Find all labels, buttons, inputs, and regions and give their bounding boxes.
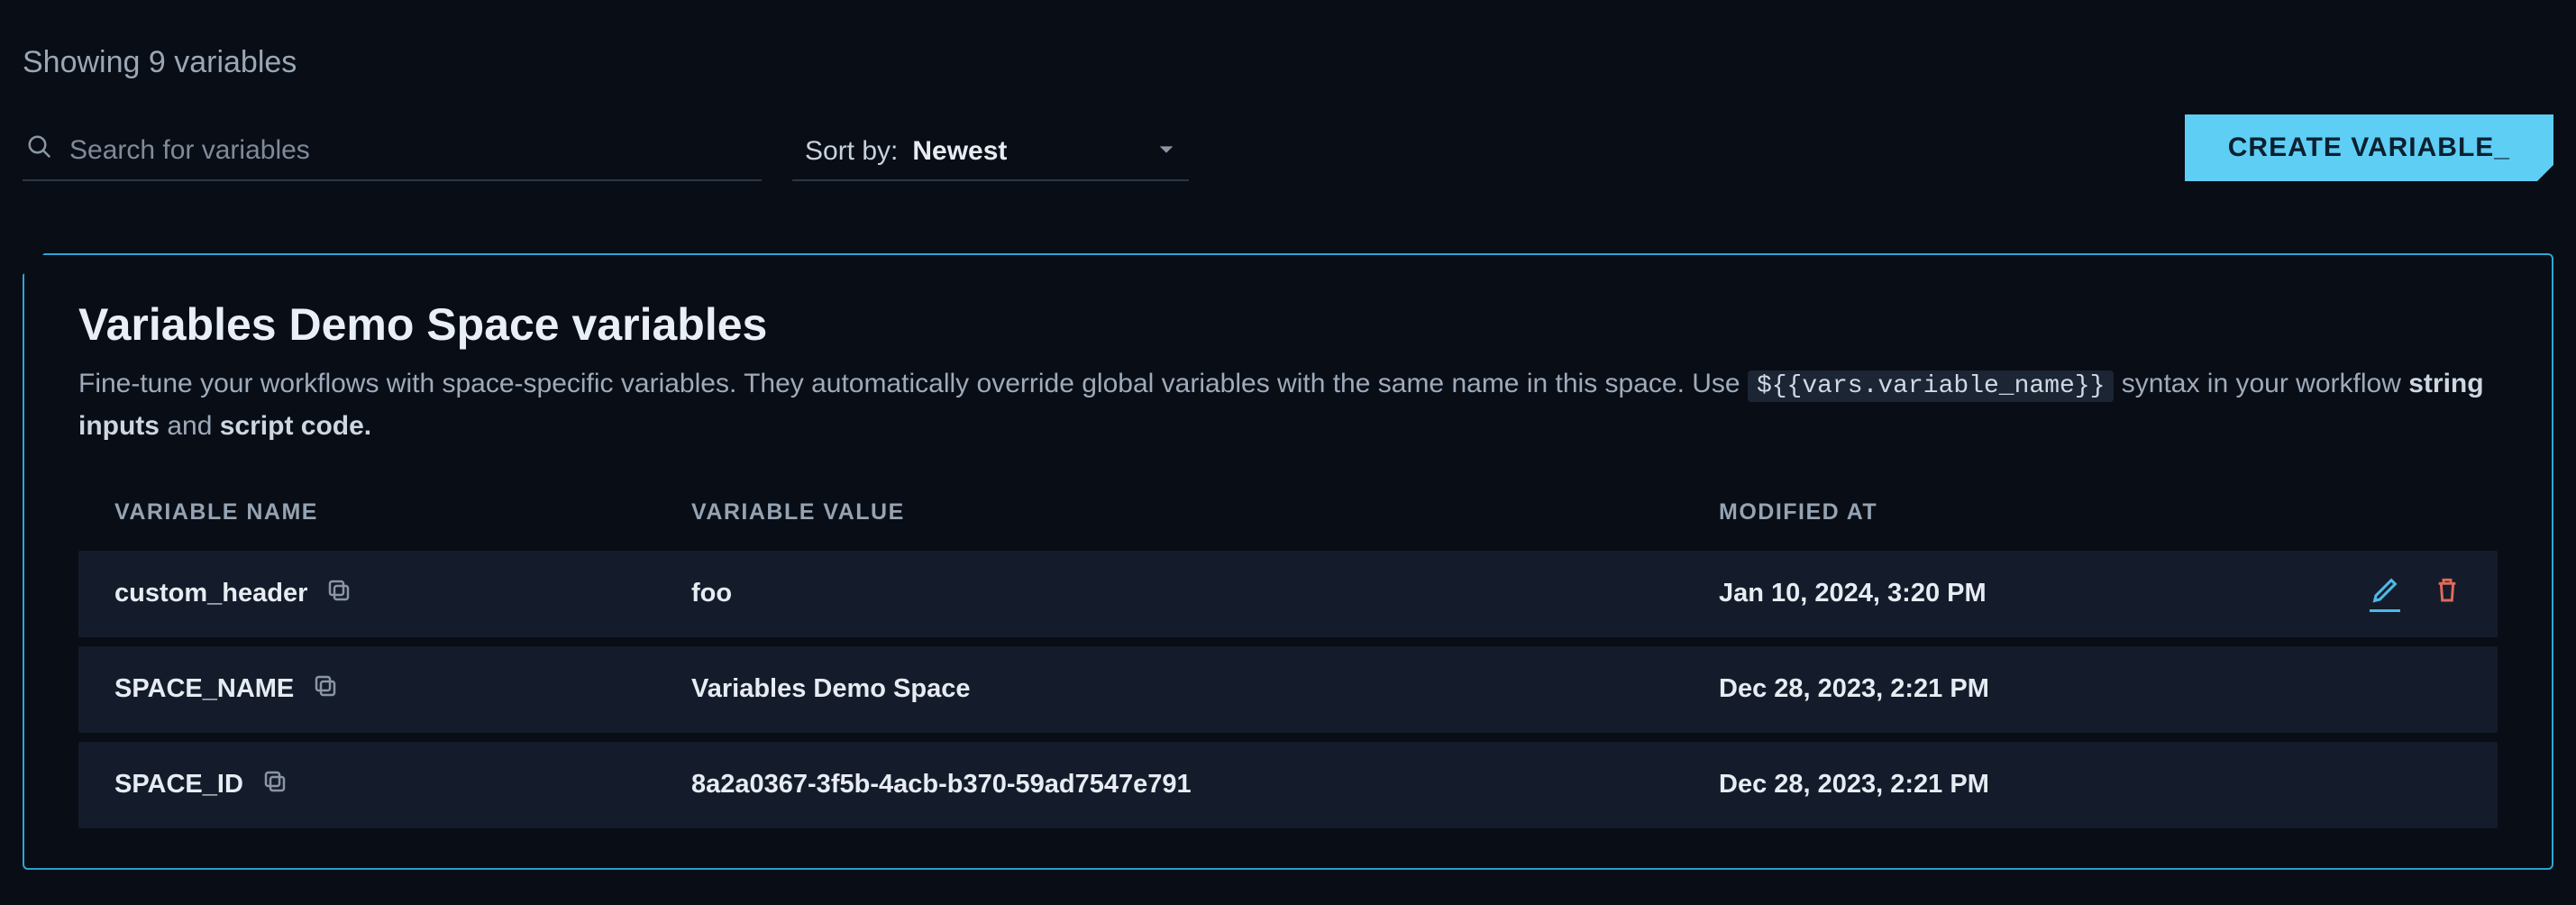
table-row: custom_header fooJan 10, 2024, 3:20 PM [78, 551, 2498, 637]
panel-desc-text: Fine-tune your workflows with space-spec… [78, 369, 1748, 398]
variable-name: SPACE_ID [114, 770, 243, 800]
variable-modified-at: Dec 28, 2023, 2:21 PM [1719, 674, 2317, 704]
variable-value: 8a2a0367-3f5b-4acb-b370-59ad7547e791 [691, 770, 1719, 800]
variable-name: custom_header [114, 579, 307, 608]
variable-name-cell: SPACE_ID [114, 768, 691, 802]
panel-description: Fine-tune your workflows with space-spec… [78, 363, 2494, 448]
variables-table: VARIABLE NAME VARIABLE VALUE MODIFIED AT… [78, 484, 2498, 828]
table-row: SPACE_ID 8a2a0367-3f5b-4acb-b370-59ad7547… [78, 742, 2498, 828]
variable-name: SPACE_NAME [114, 674, 294, 704]
copy-icon[interactable] [261, 768, 288, 802]
copy-icon[interactable] [312, 672, 339, 707]
create-variable-button[interactable]: CREATE VARIABLE_ [2185, 114, 2553, 181]
panel-desc-code: ${{vars.variable_name}} [1748, 370, 2114, 402]
panel-desc-text: syntax in your workflow [2122, 369, 2408, 398]
variables-panel: Variables Demo Space variables Fine-tune… [23, 253, 2553, 870]
col-header-modified: MODIFIED AT [1719, 499, 2317, 526]
search-input[interactable] [69, 135, 758, 166]
variable-modified-at: Dec 28, 2023, 2:21 PM [1719, 770, 2317, 800]
toolbar: Sort by: Newest CREATE VARIABLE_ [23, 114, 2553, 181]
trash-icon[interactable] [2433, 575, 2462, 612]
sort-label: Sort by: [805, 136, 898, 167]
edit-icon[interactable] [2370, 575, 2400, 612]
variable-name-cell: custom_header [114, 577, 691, 611]
table-row: SPACE_NAME Variables Demo SpaceDec 28, 20… [78, 646, 2498, 733]
variable-value: foo [691, 579, 1719, 608]
panel-desc-text: and [167, 411, 219, 441]
row-actions [2317, 575, 2462, 612]
sort-value: Newest [912, 136, 1142, 167]
chevron-down-icon [1156, 136, 1176, 167]
panel-title: Variables Demo Space variables [78, 298, 2498, 351]
table-header: VARIABLE NAME VARIABLE VALUE MODIFIED AT [78, 484, 2498, 542]
panel-desc-bold: script code. [220, 411, 371, 441]
variable-name-cell: SPACE_NAME [114, 672, 691, 707]
search-icon [26, 133, 53, 167]
search-field[interactable] [23, 126, 762, 181]
col-header-name: VARIABLE NAME [114, 499, 691, 526]
col-header-value: VARIABLE VALUE [691, 499, 1719, 526]
results-summary: Showing 9 variables [23, 45, 2553, 80]
sort-select[interactable]: Sort by: Newest [792, 129, 1189, 181]
variable-modified-at: Jan 10, 2024, 3:20 PM [1719, 579, 2317, 608]
variable-value: Variables Demo Space [691, 674, 1719, 704]
copy-icon[interactable] [325, 577, 352, 611]
